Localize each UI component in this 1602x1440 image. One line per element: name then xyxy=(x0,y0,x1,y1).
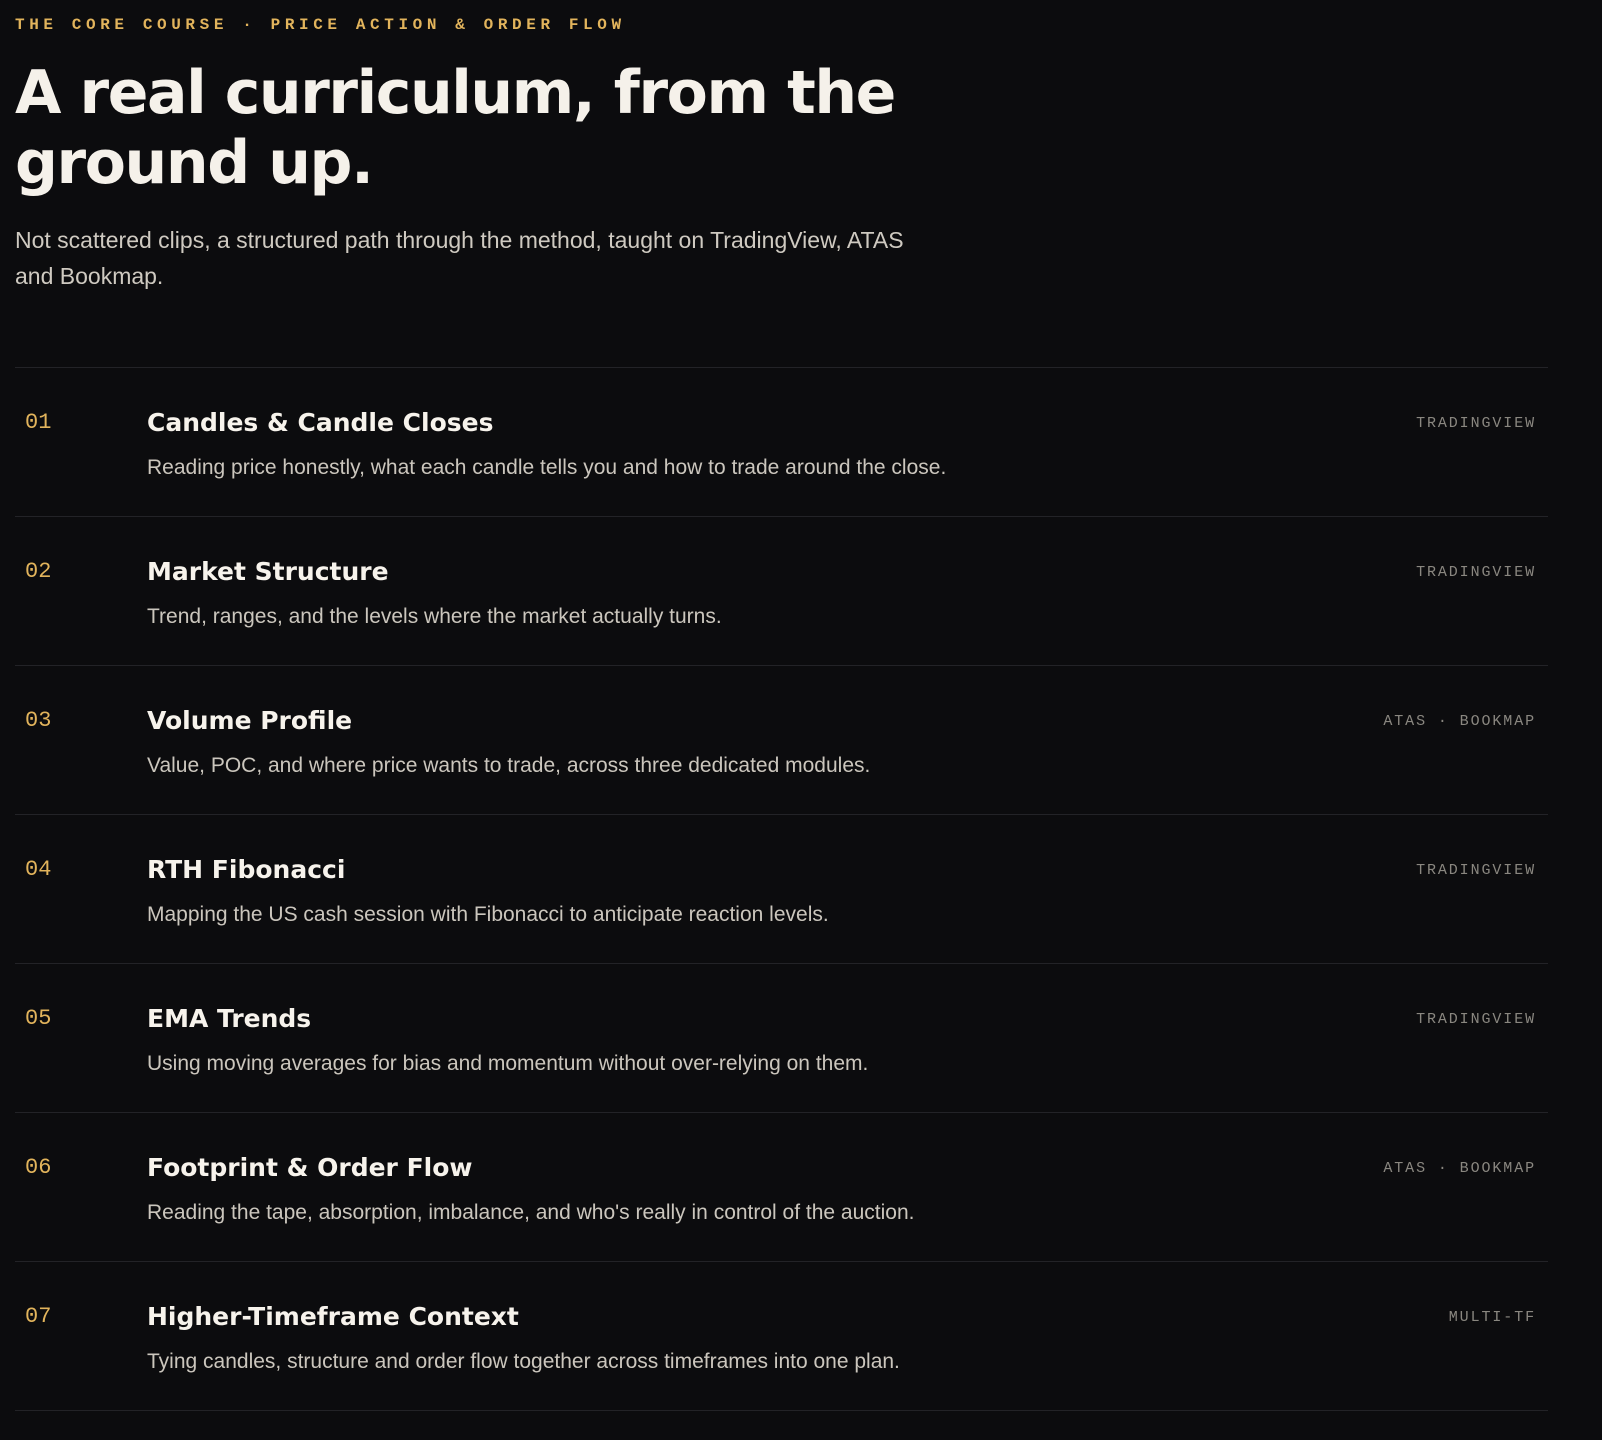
module-number: 05 xyxy=(25,1006,52,1031)
platform-tag: TRADINGVIEW xyxy=(1416,862,1536,879)
module-row-2: 02 Market Structure Trend, ranges, and t… xyxy=(15,517,1548,666)
curriculum-section: THE CORE COURSE · PRICE ACTION & ORDER F… xyxy=(15,0,1548,1411)
module-title: Volume Profile xyxy=(147,706,353,735)
module-description: Trend, ranges, and the levels where the … xyxy=(147,605,722,628)
platform-tag: MULTI-TF xyxy=(1448,1309,1536,1326)
module-row-5: 05 EMA Trends Using moving averages for … xyxy=(15,964,1548,1113)
module-description: Tying candles, structure and order flow … xyxy=(147,1350,900,1373)
module-description: Mapping the US cash session with Fibonac… xyxy=(147,903,829,926)
module-number: 03 xyxy=(25,708,52,733)
platform-tag: TRADINGVIEW xyxy=(1416,564,1536,581)
module-description: Reading the tape, absorption, imbalance,… xyxy=(147,1201,915,1224)
module-row-6: 06 Footprint & Order Flow Reading the ta… xyxy=(15,1113,1548,1262)
page-title: A real curriculum, from the ground up. xyxy=(15,58,896,198)
module-list: 01 Candles & Candle Closes Reading price… xyxy=(15,367,1548,1411)
module-number: 07 xyxy=(25,1304,52,1329)
module-title: Market Structure xyxy=(147,557,389,586)
module-number: 01 xyxy=(25,410,52,435)
course-eyebrow: THE CORE COURSE · PRICE ACTION & ORDER F… xyxy=(15,16,626,34)
module-number: 06 xyxy=(25,1155,52,1180)
module-title: EMA Trends xyxy=(147,1004,312,1033)
platform-tag: ATAS · BOOKMAP xyxy=(1383,713,1536,730)
module-row-1: 01 Candles & Candle Closes Reading price… xyxy=(15,368,1548,517)
module-row-4: 04 RTH Fibonacci Mapping the US cash ses… xyxy=(15,815,1548,964)
module-number: 02 xyxy=(25,559,52,584)
module-title: Candles & Candle Closes xyxy=(147,408,494,437)
platform-tag: TRADINGVIEW xyxy=(1416,415,1536,432)
module-number: 04 xyxy=(25,857,52,882)
module-title: RTH Fibonacci xyxy=(147,855,346,884)
module-title: Footprint & Order Flow xyxy=(147,1153,473,1182)
platform-tag: ATAS · BOOKMAP xyxy=(1383,1160,1536,1177)
section-intro: Not scattered clips, a structured path t… xyxy=(15,227,904,289)
module-title: Higher-Timeframe Context xyxy=(147,1302,519,1331)
module-row-3: 03 Volume Profile Value, POC, and where … xyxy=(15,666,1548,815)
module-description: Using moving averages for bias and momen… xyxy=(147,1052,869,1075)
module-description: Value, POC, and where price wants to tra… xyxy=(147,754,871,777)
platform-tag: TRADINGVIEW xyxy=(1416,1011,1536,1028)
module-description: Reading price honestly, what each candle… xyxy=(147,456,947,479)
module-row-7: 07 Higher-Timeframe Context Tying candle… xyxy=(15,1262,1548,1411)
